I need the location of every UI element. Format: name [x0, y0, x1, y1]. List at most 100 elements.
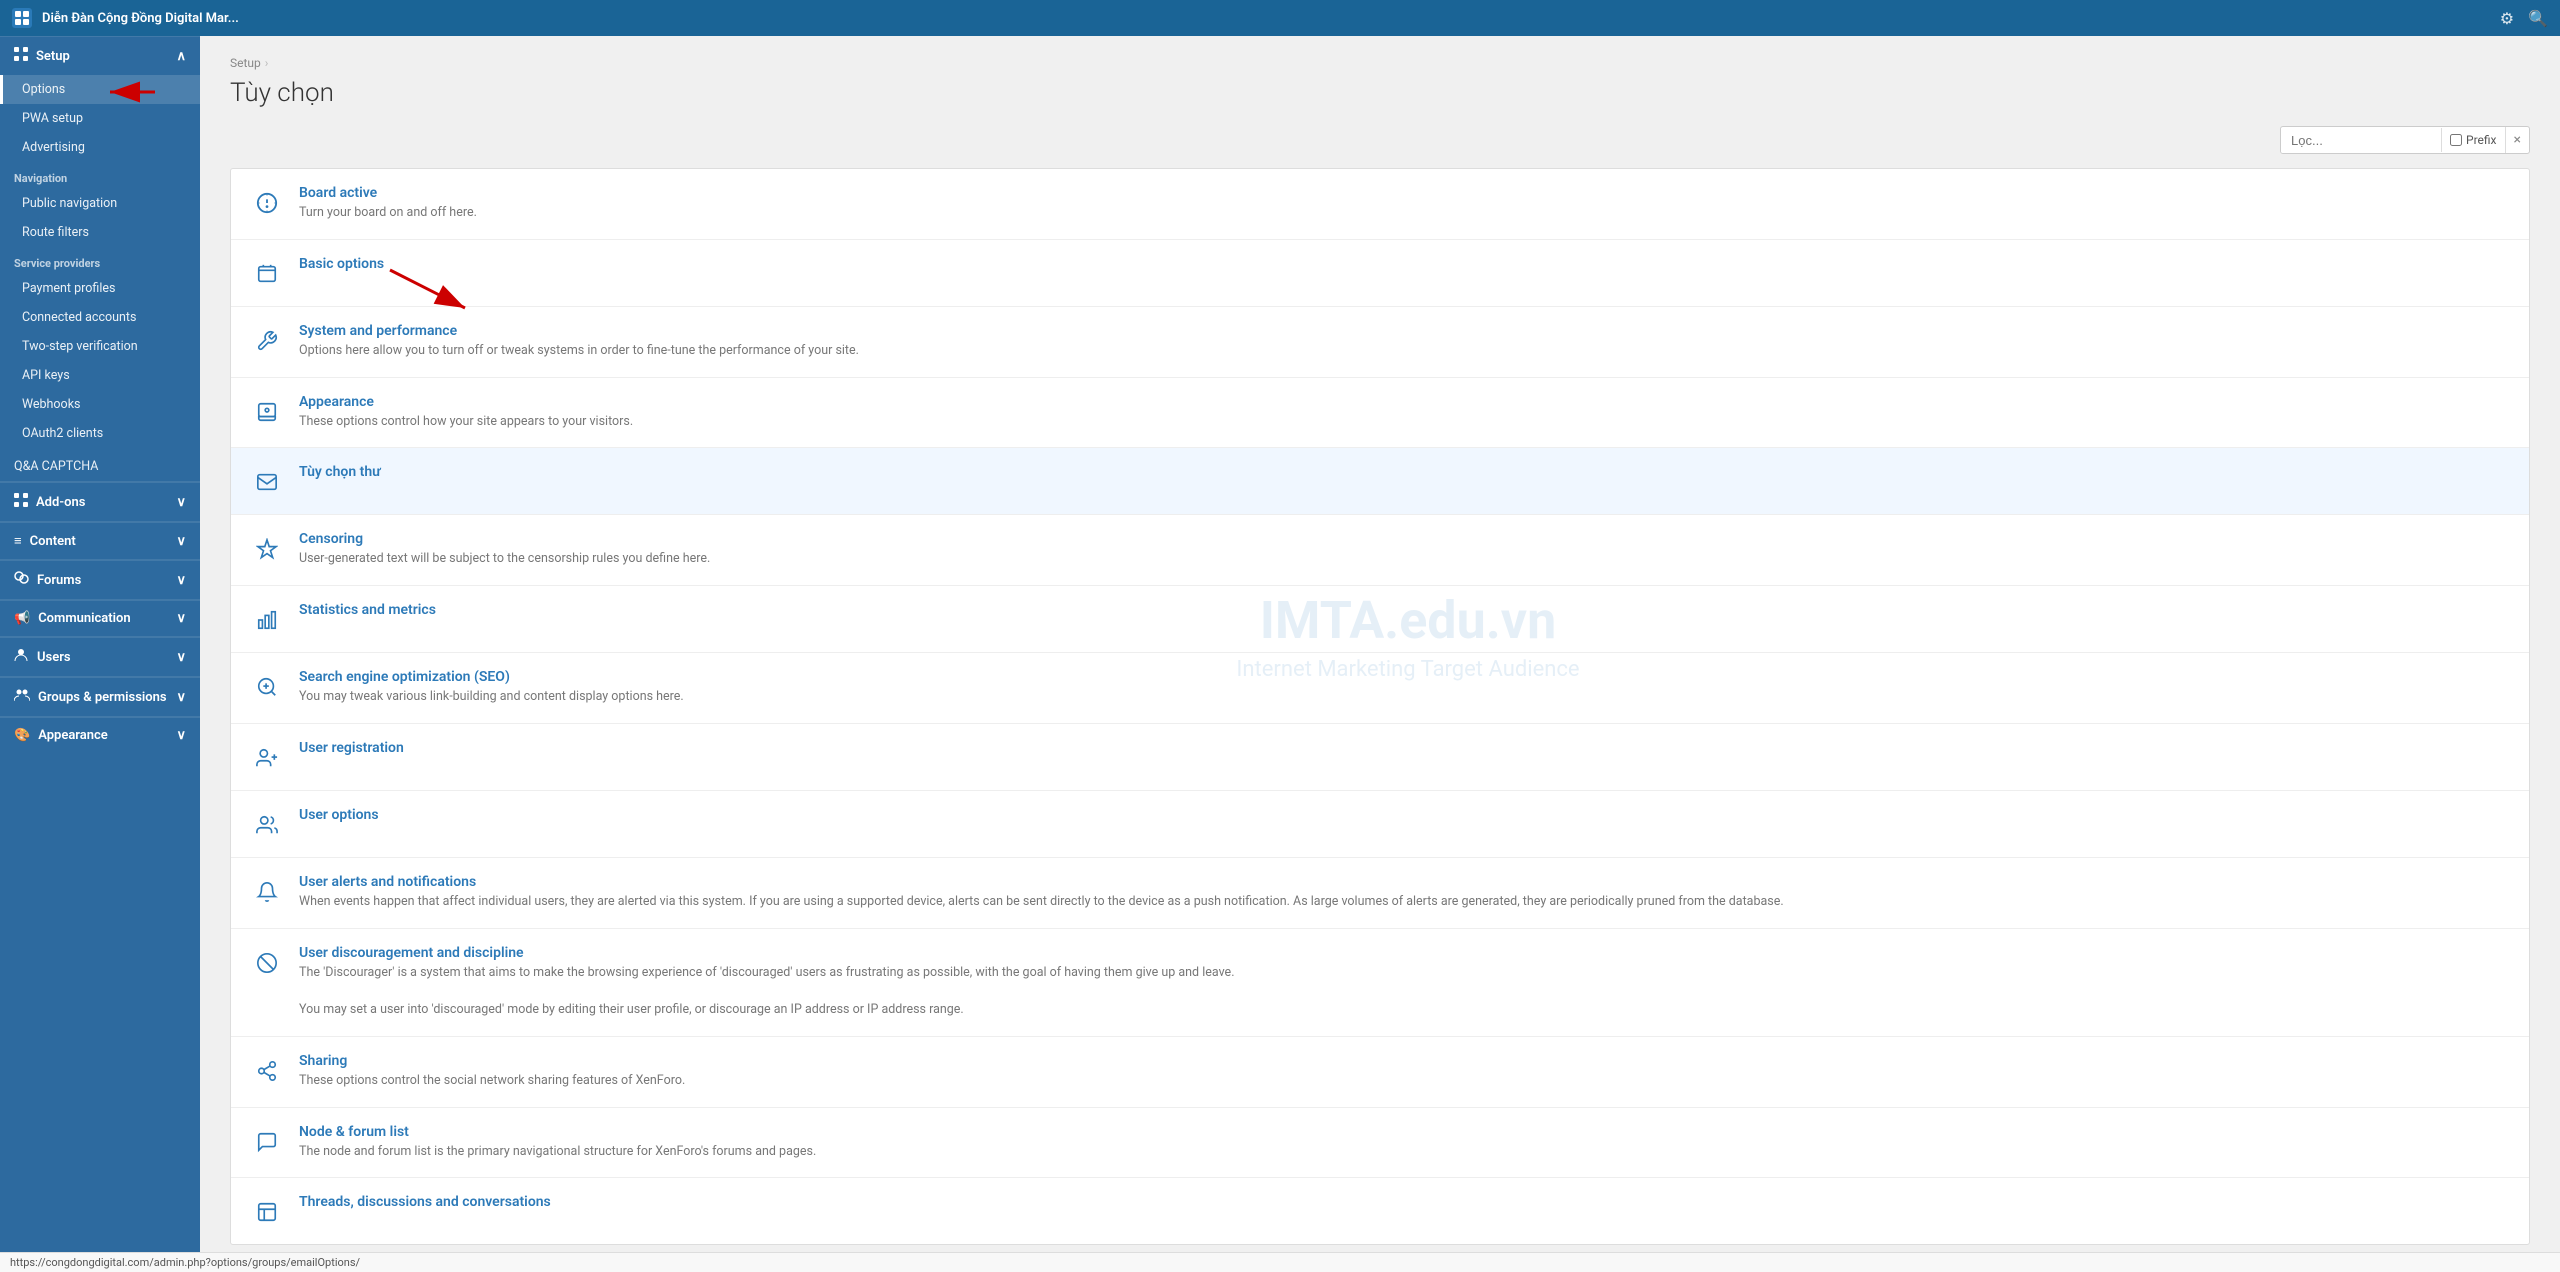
sidebar-communication-header[interactable]: 📢 Communication ∨	[0, 600, 200, 636]
board-active-icon	[251, 187, 283, 219]
option-censoring[interactable]: Censoring User-generated text will be su…	[231, 515, 2529, 586]
user-options-text: User options	[299, 807, 2509, 826]
option-user-options[interactable]: User options	[231, 791, 2529, 858]
setup-label: Setup	[36, 49, 70, 64]
seo-desc: You may tweak various link-building and …	[299, 688, 2509, 707]
appearance-main-text: Appearance These options control how you…	[299, 394, 2509, 432]
setup-grid-icon	[14, 47, 28, 65]
content-chevron-icon: ∨	[176, 534, 186, 549]
sidebar-item-payment-profiles[interactable]: Payment profiles	[0, 274, 200, 303]
communication-label: Communication	[38, 611, 130, 626]
user-registration-title: User registration	[299, 740, 2509, 756]
sidebar-item-captcha[interactable]: Q&A CAPTCHA	[0, 452, 200, 481]
seo-title: Search engine optimization (SEO)	[299, 669, 2509, 685]
sidebar-item-options[interactable]: Options	[0, 75, 200, 104]
sidebar-item-two-step-verification[interactable]: Two-step verification	[0, 332, 200, 361]
content-label: Content	[30, 534, 76, 549]
board-active-title: Board active	[299, 185, 2509, 201]
forums-icon	[14, 571, 29, 589]
topbar-left: Diễn Đàn Cộng Đồng Digital Mar...	[12, 8, 239, 28]
board-active-text: Board active Turn your board on and off …	[299, 185, 2509, 223]
sidebar-item-advertising[interactable]: Advertising	[0, 133, 200, 162]
user-alerts-icon	[251, 876, 283, 908]
sidebar-content-header[interactable]: ≡ Content ∨	[0, 522, 200, 559]
option-threads-discussions[interactable]: Threads, discussions and conversations	[231, 1178, 2529, 1244]
sidebar-item-public-navigation[interactable]: Public navigation	[0, 189, 200, 218]
statistics-text: Statistics and metrics	[299, 602, 2509, 621]
sidebar-item-pwa-setup[interactable]: PWA setup	[0, 104, 200, 133]
board-active-desc: Turn your board on and off here.	[299, 204, 2509, 223]
option-user-discouragement[interactable]: User discouragement and discipline The '…	[231, 929, 2529, 1037]
option-sharing[interactable]: Sharing These options control the social…	[231, 1037, 2529, 1108]
node-forum-list-icon	[251, 1126, 283, 1158]
node-forum-list-desc: The node and forum list is the primary n…	[299, 1143, 2509, 1162]
breadcrumb-parent[interactable]: Setup	[230, 56, 261, 70]
option-statistics[interactable]: Statistics and metrics	[231, 586, 2529, 653]
sidebar-groups-header[interactable]: Groups & permissions ∨	[0, 677, 200, 716]
option-board-active[interactable]: Board active Turn your board on and off …	[231, 169, 2529, 240]
sidebar-item-route-filters[interactable]: Route filters	[0, 218, 200, 247]
search-input[interactable]	[2281, 128, 2441, 153]
options-list: Board active Turn your board on and off …	[230, 168, 2530, 1245]
basic-options-icon	[251, 258, 283, 290]
sidebar-appearance-header[interactable]: 🎨 Appearance ∨	[0, 717, 200, 753]
sidebar-addons-header[interactable]: Add-ons ∨	[0, 482, 200, 521]
user-alerts-title: User alerts and notifications	[299, 874, 2509, 890]
breadcrumb-separator: ›	[265, 56, 269, 70]
node-forum-list-text: Node & forum list The node and forum lis…	[299, 1124, 2509, 1162]
groups-icon	[14, 688, 30, 706]
groups-label: Groups & permissions	[38, 690, 167, 705]
addons-icon	[14, 493, 28, 511]
option-system-performance[interactable]: System and performance Options here allo…	[231, 307, 2529, 378]
page-title: Tùy chọn	[230, 78, 2530, 108]
option-user-registration[interactable]: User registration	[231, 724, 2529, 791]
appearance-icon: 🎨	[14, 728, 30, 743]
option-appearance[interactable]: Appearance These options control how you…	[231, 378, 2529, 449]
topbar: Diễn Đàn Cộng Đồng Digital Mar... ⚙ 🔍	[0, 0, 2560, 36]
pwa-setup-label: PWA setup	[22, 111, 83, 126]
sidebar-item-connected-accounts[interactable]: Connected accounts	[0, 303, 200, 332]
sidebar-item-api-keys[interactable]: API keys	[0, 361, 200, 390]
search-icon[interactable]: 🔍	[2528, 9, 2548, 28]
email-options-icon	[251, 466, 283, 498]
sidebar-users-header[interactable]: Users ∨	[0, 637, 200, 676]
communication-icon: 📢	[14, 611, 30, 626]
search-close-button[interactable]: ×	[2505, 127, 2529, 153]
system-performance-icon	[251, 325, 283, 357]
breadcrumb: Setup ›	[230, 56, 2530, 70]
seo-text: Search engine optimization (SEO) You may…	[299, 669, 2509, 707]
users-chevron-icon: ∨	[176, 650, 186, 665]
option-node-forum-list[interactable]: Node & forum list The node and forum lis…	[231, 1108, 2529, 1179]
sharing-icon	[251, 1055, 283, 1087]
addons-chevron-icon: ∨	[176, 495, 186, 510]
search-bar: Prefix ×	[2280, 126, 2530, 154]
option-user-alerts[interactable]: User alerts and notifications When event…	[231, 858, 2529, 929]
groups-chevron-icon: ∨	[176, 690, 186, 705]
prefix-checkbox[interactable]	[2450, 134, 2462, 146]
sidebar-item-oauth2-clients[interactable]: OAuth2 clients	[0, 419, 200, 448]
sidebar: Setup ∧ Options PWA setup Advertising Na…	[0, 36, 200, 1252]
sidebar-group-service-providers: Service providers	[0, 247, 200, 274]
prefix-label[interactable]: Prefix	[2441, 128, 2505, 152]
seo-icon	[251, 671, 283, 703]
app-title: Diễn Đàn Cộng Đồng Digital Mar...	[42, 11, 239, 26]
search-bar-row: Prefix ×	[230, 126, 2530, 154]
sidebar-setup-header[interactable]: Setup ∧	[0, 36, 200, 75]
statusbar: https://congdongdigital.com/admin.php?op…	[0, 1252, 2560, 1272]
app-logo	[12, 8, 32, 28]
sidebar-addons-section: Add-ons ∨	[0, 481, 200, 521]
forums-label: Forums	[37, 573, 81, 588]
setup-chevron-icon: ∧	[176, 49, 186, 64]
appearance-main-icon	[251, 396, 283, 428]
sidebar-forums-header[interactable]: Forums ∨	[0, 560, 200, 599]
user-options-title: User options	[299, 807, 2509, 823]
statistics-title: Statistics and metrics	[299, 602, 2509, 618]
option-seo[interactable]: Search engine optimization (SEO) You may…	[231, 653, 2529, 724]
censoring-title: Censoring	[299, 531, 2509, 547]
sidebar-item-webhooks[interactable]: Webhooks	[0, 390, 200, 419]
option-email-options[interactable]: Tùy chọn thư	[231, 448, 2529, 515]
system-performance-desc: Options here allow you to turn off or tw…	[299, 342, 2509, 361]
basic-options-title: Basic options	[299, 256, 2509, 272]
settings-icon[interactable]: ⚙	[2500, 9, 2514, 28]
option-basic-options[interactable]: Basic options	[231, 240, 2529, 307]
